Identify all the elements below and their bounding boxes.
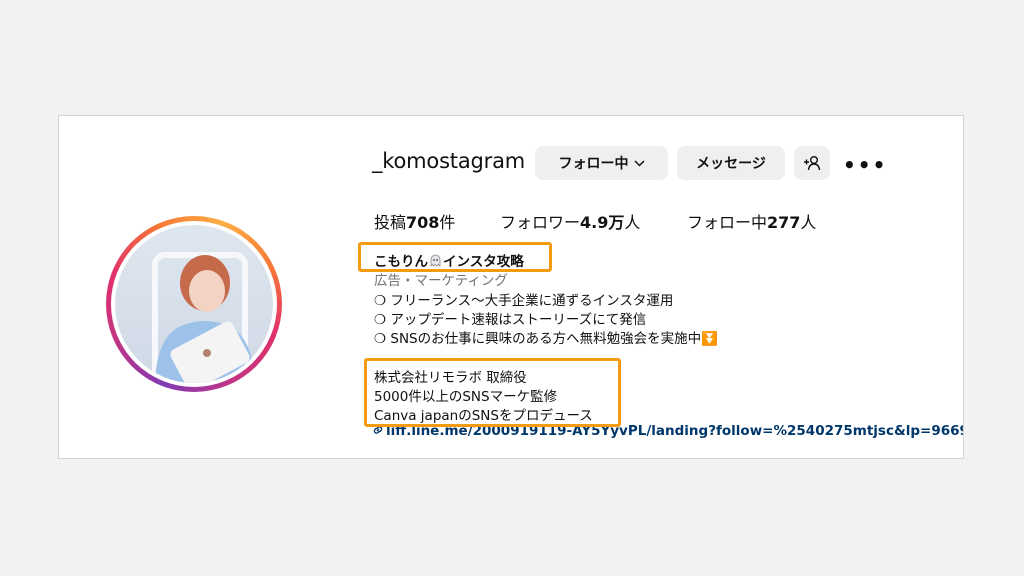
avatar[interactable] [115,225,273,383]
posts-count[interactable]: 投稿708件 [374,209,455,233]
chevron-down-icon [633,159,645,167]
highlight-box-name [358,242,552,272]
avatar-photo [152,252,255,383]
bio-line-3: ❍ SNSのお仕事に興味のある方へ無料勉強会を実施中⏬ [374,331,718,347]
bio-line-1: ❍ フリーランス〜大手企業に通ずるインスタ運用 [374,293,674,309]
bio-line-2: ❍ アップデート速報はストーリーズにて発信 [374,312,647,328]
message-button[interactable]: メッセージ [677,146,785,180]
highlight-box-career [364,358,621,427]
followers-count[interactable]: フォロワー4.9万人 [500,209,640,233]
following-button[interactable]: フォロー中 [535,146,668,180]
category-label: 広告・マーケティング [374,273,508,289]
username: _komostagram [372,149,525,173]
suggest-button[interactable] [794,146,830,180]
more-icon[interactable]: ••• [843,153,887,177]
add-person-icon [803,155,821,171]
following-count[interactable]: フォロー中277人 [687,209,816,233]
profile-card: _komostagram フォロー中 メッセージ ••• 投稿708件 フォロワ… [58,115,964,459]
message-button-label: メッセージ [696,156,766,172]
following-button-label: フォロー中 [558,156,629,172]
story-ring[interactable] [106,216,282,392]
